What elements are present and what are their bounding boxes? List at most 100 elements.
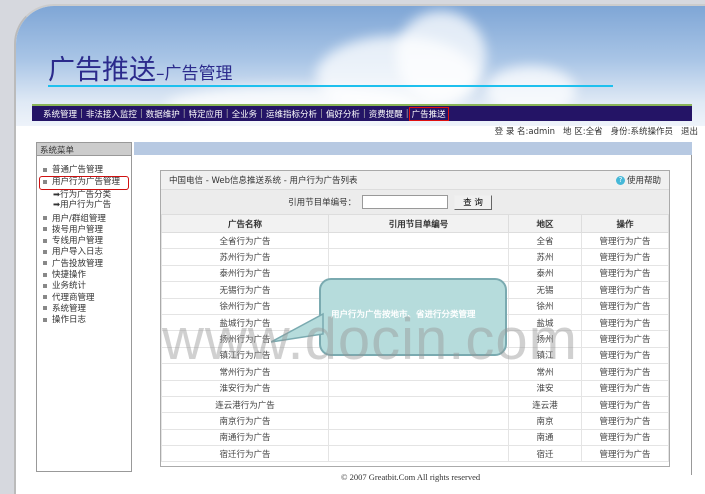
- sidebar-item[interactable]: 系统管理: [37, 304, 131, 315]
- manage-link[interactable]: 管理行为广告: [581, 346, 669, 365]
- bullet-icon: [43, 179, 47, 184]
- bullet-icon: [43, 283, 47, 288]
- sidebar-item[interactable]: ➡行为广告分类: [37, 190, 131, 200]
- search-button[interactable]: 查 询: [454, 194, 492, 210]
- sidebar-item[interactable]: 普通广告管理: [37, 165, 131, 176]
- program-id: [328, 428, 509, 447]
- sidebar-item-label: 快捷操作: [52, 270, 87, 281]
- breadcrumb: 中国电信 - Web信息推送系统 - 用户行为广告列表: [169, 176, 358, 186]
- sidebar-item-label: 业务统计: [52, 281, 87, 292]
- column-header: 地区: [508, 214, 582, 233]
- table-row: 宿迁行为广告 宿迁 管理行为广告: [161, 445, 669, 463]
- program-id: [328, 379, 509, 397]
- manage-link[interactable]: 管理行为广告: [581, 264, 669, 283]
- program-id: [328, 248, 509, 266]
- page-title: 广告推送–广告管理: [48, 48, 233, 87]
- program-id: [328, 363, 509, 381]
- nav-item[interactable]: 资费提醒: [366, 108, 406, 120]
- search-label: 引用节目单编号：: [288, 198, 357, 208]
- nav-item[interactable]: 数据维护: [143, 108, 183, 120]
- table-row: 连云港行为广告 连云港 管理行为广告: [161, 395, 669, 414]
- sidebar-item[interactable]: 操作日志: [37, 315, 131, 326]
- program-id-input[interactable]: [362, 195, 449, 209]
- main-header-bar: [134, 142, 692, 155]
- region: 泰州: [508, 264, 582, 283]
- manage-link[interactable]: 管理行为广告: [581, 379, 669, 397]
- callout-pointer: [271, 312, 324, 343]
- bullet-icon: [43, 317, 47, 322]
- ad-name: 常州行为广告: [161, 363, 329, 381]
- manage-link[interactable]: 管理行为广告: [581, 428, 669, 447]
- logout-link[interactable]: 退出: [681, 125, 698, 137]
- manage-link[interactable]: 管理行为广告: [581, 363, 669, 381]
- manage-link[interactable]: 管理行为广告: [581, 231, 669, 250]
- table-row: 常州行为广告 常州 管理行为广告: [161, 363, 669, 381]
- bullet-icon: [43, 227, 47, 232]
- sidebar-item-label: 用户导入日志: [52, 247, 104, 258]
- manage-link[interactable]: 管理行为广告: [581, 248, 669, 266]
- sidebar-item[interactable]: 快捷操作: [37, 270, 131, 281]
- sidebar-item-label: 专线用户管理: [52, 236, 104, 247]
- program-id: [328, 231, 509, 250]
- bullet-icon: [43, 167, 47, 172]
- ad-name: 南通行为广告: [161, 428, 329, 447]
- sidebar-item[interactable]: 用户行为广告管理: [39, 176, 129, 190]
- sidebar: 系统菜单 普通广告管理 用户行为广告管理 ➡行为广告分类 ➡用户行为广告 用户/群组…: [36, 142, 132, 472]
- manage-link[interactable]: 管理行为广告: [581, 412, 669, 430]
- sidebar-item[interactable]: 广告投放管理: [37, 259, 131, 270]
- table-row: 南京行为广告 南京 管理行为广告: [161, 412, 669, 430]
- sidebar-item-label: ➡行为广告分类: [53, 189, 112, 200]
- ad-name: 连云港行为广告: [161, 395, 329, 414]
- sidebar-item-label: 用户/群组管理: [52, 213, 106, 224]
- sidebar-item-label: 系统管理: [52, 303, 87, 314]
- region: 徐州: [508, 297, 582, 315]
- slide: 广告推送–广告管理 系统管理 | 非法接入监控 | 数据维护 | 特定应用 | 全业务 | 运维指标…: [14, 4, 705, 494]
- manage-link[interactable]: 管理行为广告: [581, 281, 669, 299]
- title-main: 广告推送: [48, 55, 156, 86]
- nav-item[interactable]: 运维指标分析: [263, 108, 320, 120]
- table-row: 全省行为广告 全省 管理行为广告: [161, 231, 669, 250]
- manage-link[interactable]: 管理行为广告: [581, 395, 669, 414]
- region: 盐城: [508, 313, 582, 332]
- ad-name: 全省行为广告: [161, 231, 329, 250]
- ad-name: 泰州行为广告: [161, 264, 329, 283]
- sidebar-item[interactable]: 专线用户管理: [37, 236, 131, 247]
- sidebar-item[interactable]: 用户/群组管理: [37, 214, 131, 225]
- manage-link[interactable]: 管理行为广告: [581, 330, 669, 348]
- sidebar-item[interactable]: 业务统计: [37, 281, 131, 292]
- panel-header: 中国电信 - Web信息推送系统 - 用户行为广告列表 ? 使用帮助: [161, 171, 669, 190]
- sidebar-item[interactable]: 代理商管理: [37, 293, 131, 304]
- nav-item[interactable]: 偏好分析: [323, 108, 363, 120]
- table-row: 淮安行为广告 淮安 管理行为广告: [161, 379, 669, 397]
- region: 宿迁: [508, 445, 582, 463]
- sidebar-item[interactable]: 拨号用户管理: [37, 225, 131, 236]
- ad-name: 淮安行为广告: [161, 379, 329, 397]
- manage-link[interactable]: 管理行为广告: [581, 445, 669, 463]
- bullet-icon: [43, 306, 47, 311]
- sidebar-item-label: ➡用户行为广告: [53, 199, 112, 210]
- title-sub: –广告管理: [156, 64, 233, 84]
- nav-item[interactable]: 非法接入监控: [83, 108, 140, 120]
- bullet-icon: [43, 261, 47, 266]
- region: 常州: [508, 363, 582, 381]
- manage-link[interactable]: 管理行为广告: [581, 297, 669, 315]
- program-id: [328, 412, 509, 430]
- region: 淮安: [508, 379, 582, 397]
- help-link[interactable]: ? 使用帮助: [615, 174, 661, 186]
- user-bar: 登 录 名:admin 地 区:全省 身份:系统操作员 退出: [495, 125, 698, 137]
- manage-link[interactable]: 管理行为广告: [581, 313, 669, 332]
- search-row: 引用节目单编号： 查 询: [161, 190, 669, 214]
- user-role: 身份:系统操作员: [610, 127, 673, 137]
- sidebar-item[interactable]: 用户导入日志: [37, 247, 131, 258]
- region: 镇江: [508, 346, 582, 365]
- sidebar-item-label: 用户行为广告管理: [52, 177, 121, 188]
- sidebar-item-label: 普通广告管理: [52, 165, 104, 175]
- sidebar-item-label: 代理商管理: [52, 292, 95, 303]
- program-id: [328, 395, 509, 414]
- nav-item[interactable]: 系统管理: [40, 108, 80, 120]
- nav-item[interactable]: 广告推送: [408, 106, 449, 121]
- nav-item[interactable]: 特定应用: [186, 108, 226, 120]
- sidebar-item[interactable]: ➡用户行为广告: [37, 200, 131, 210]
- nav-item[interactable]: 全业务: [229, 108, 261, 120]
- region: 全省: [508, 231, 582, 250]
